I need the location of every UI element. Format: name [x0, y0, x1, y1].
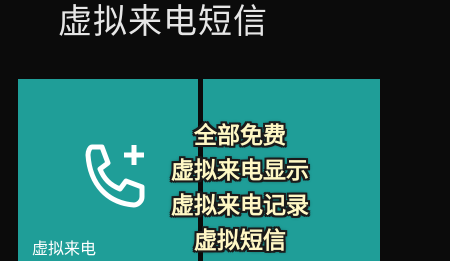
promo-line-call-display: 虚拟来电显示: [171, 158, 309, 184]
promo-line-free: 全部免费: [194, 123, 286, 149]
page-title: 虚拟来电短信: [58, 2, 268, 42]
promo-line-call-record: 虚拟来电记录: [171, 193, 309, 219]
promo-line-sms: 虚拟短信: [194, 228, 286, 254]
promo-overlay: 全部免费 虚拟来电显示 虚拟来电记录 虚拟短信: [80, 119, 400, 259]
